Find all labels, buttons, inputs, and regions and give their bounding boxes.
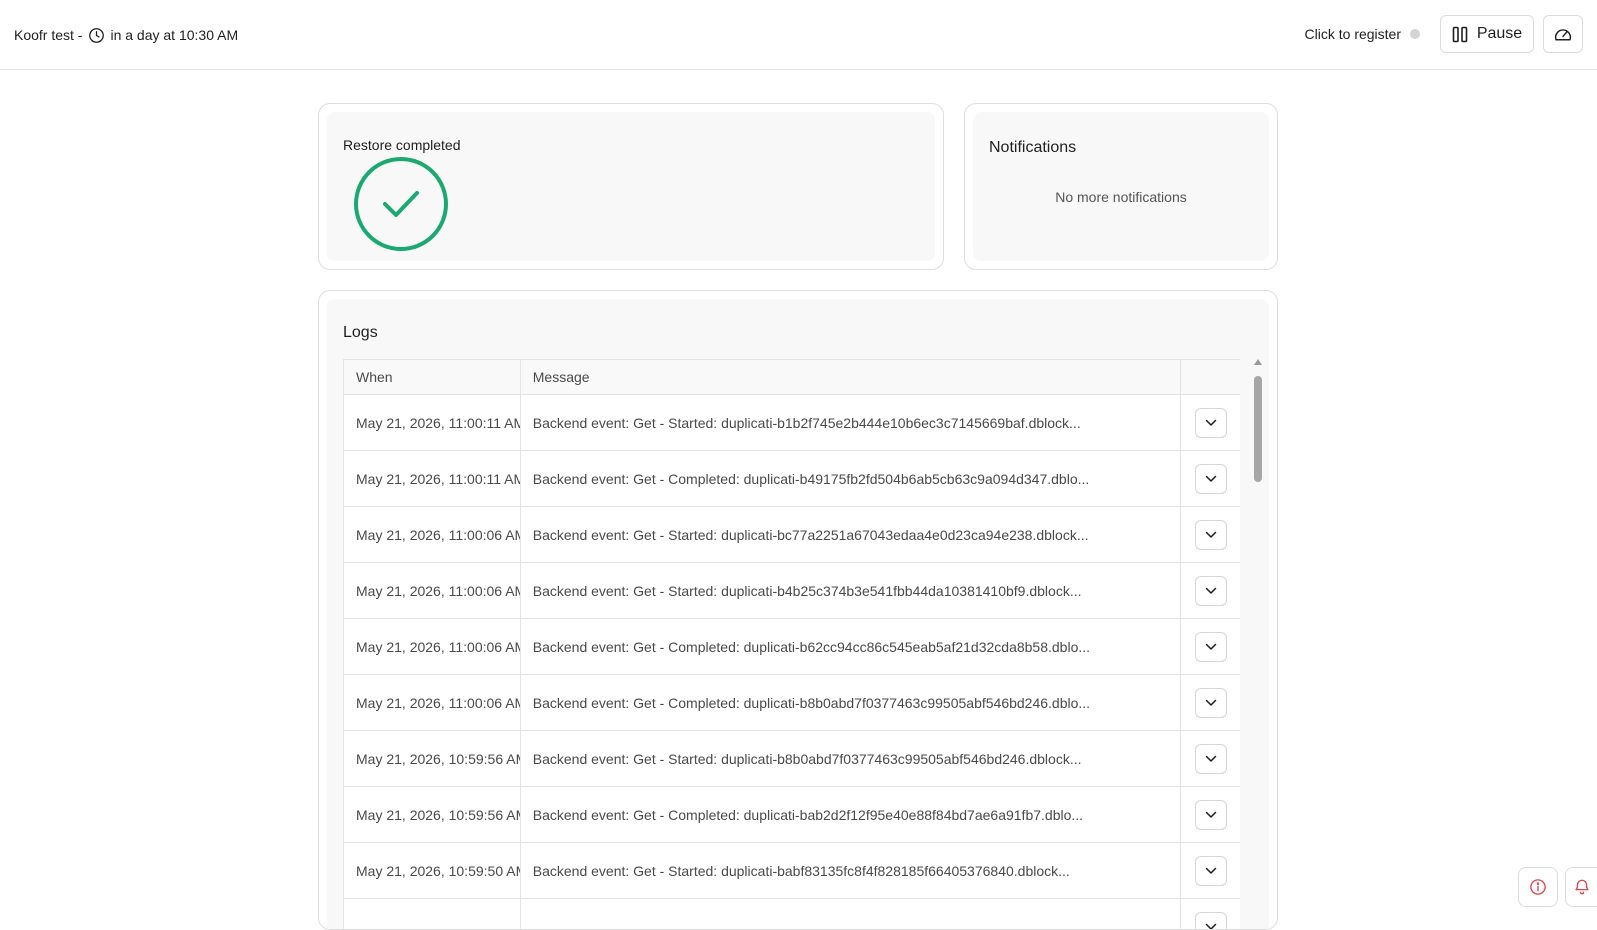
expand-row-button[interactable] — [1194, 631, 1227, 662]
logs-title: Logs — [343, 324, 378, 341]
log-when: May 21, 2026, 11:00:11 AM — [343, 394, 521, 451]
gauge-icon — [1553, 25, 1573, 43]
chevron-down-icon — [1205, 923, 1217, 929]
logs-table-body: May 21, 2026, 11:00:11 AM Backend event: … — [343, 394, 1240, 929]
clock-icon — [88, 27, 105, 44]
log-message: Backend event: Get - Completed: duplicat… — [519, 618, 1182, 675]
log-message — [519, 898, 1182, 929]
chevron-down-icon — [1205, 587, 1217, 595]
table-row: May 21, 2026, 10:59:56 AM Backend event: … — [343, 730, 1240, 787]
chevron-down-icon — [1205, 755, 1217, 763]
log-message: Backend event: Get - Started: duplicati-… — [519, 562, 1182, 619]
chevron-down-icon — [1205, 475, 1217, 483]
log-message: Backend event: Get - Started: duplicati-… — [519, 730, 1182, 787]
log-when: May 21, 2026, 11:00:06 AM — [343, 674, 521, 731]
column-header-when: When — [343, 359, 521, 395]
check-circle-icon — [353, 156, 449, 252]
notifications-card: Notifications No more notifications — [964, 103, 1278, 270]
table-row: May 21, 2026, 11:00:06 AM Backend event: … — [343, 618, 1240, 675]
table-row: May 21, 2026, 10:59:56 AM Backend event: … — [343, 786, 1240, 843]
notifications-card-body: Notifications No more notifications — [973, 112, 1269, 261]
throttle-button[interactable] — [1543, 15, 1583, 53]
expand-row-button[interactable] — [1194, 519, 1227, 550]
log-when: May 21, 2026, 11:00:06 AM — [343, 618, 521, 675]
chevron-down-icon — [1205, 811, 1217, 819]
expand-row-button[interactable] — [1194, 687, 1227, 718]
status-card: Restore completed — [318, 103, 944, 270]
status-card-body: Restore completed — [327, 112, 935, 261]
log-when: May 21, 2026, 10:59:50 AM — [343, 842, 521, 899]
log-when: May 21, 2026, 11:00:11 AM — [343, 450, 521, 507]
job-title: Koofr test - in a day at 10:30 AM — [14, 0, 238, 70]
log-when: May 21, 2026, 10:59:56 AM — [343, 730, 521, 787]
chevron-down-icon — [1205, 699, 1217, 707]
log-message: Backend event: Get - Started: duplicati-… — [519, 842, 1182, 899]
top-bar-actions: Click to register Pause — [1305, 14, 1583, 54]
chevron-down-icon — [1205, 867, 1217, 875]
logs-scrollbar[interactable] — [1254, 359, 1262, 929]
log-message: Backend event: Get - Started: duplicati-… — [519, 506, 1182, 563]
job-name: Koofr test - — [14, 27, 83, 43]
schedule-text: in a day at 10:30 AM — [110, 27, 239, 43]
table-row: May 21, 2026, 11:00:06 AM Backend event: … — [343, 562, 1240, 619]
notifications-bell-button[interactable] — [1565, 867, 1597, 907]
pause-icon — [1452, 26, 1468, 43]
top-bar: Koofr test - in a day at 10:30 AM Click … — [0, 0, 1597, 70]
expand-row-button[interactable] — [1194, 855, 1227, 886]
info-icon — [1529, 878, 1547, 896]
table-row: May 21, 2026, 11:00:11 AM Backend event: … — [343, 394, 1240, 451]
table-row: May 21, 2026, 11:00:06 AM Backend event: … — [343, 674, 1240, 731]
register-label: Click to register — [1304, 26, 1401, 42]
table-row: May 21, 2026, 11:00:06 AM Backend event: … — [343, 506, 1240, 563]
register-link[interactable]: Click to register — [1305, 26, 1420, 42]
log-when: May 21, 2026, 10:59:56 AM — [343, 786, 521, 843]
notifications-empty-text: No more notifications — [1055, 189, 1187, 205]
pause-label: Pause — [1476, 25, 1523, 42]
expand-row-button[interactable] — [1194, 911, 1227, 929]
table-row: May 21, 2026, 11:00:11 AM Backend event: … — [343, 450, 1240, 507]
column-header-message: Message — [519, 359, 1182, 395]
expand-row-button[interactable] — [1194, 799, 1227, 830]
chevron-down-icon — [1205, 531, 1217, 539]
pause-button[interactable]: Pause — [1440, 15, 1534, 53]
notifications-title: Notifications — [989, 139, 1077, 156]
bell-icon — [1573, 878, 1591, 896]
column-header-actions — [1180, 359, 1240, 395]
log-when: May 21, 2026, 11:00:06 AM — [343, 506, 521, 563]
logs-table-wrapper[interactable]: When Message May 21, 2026, 11:00:11 AM Ba… — [343, 359, 1240, 929]
logs-card: Logs When Message May 21, 2026, 11:00:11… — [318, 290, 1278, 930]
status-title: Restore completed — [343, 137, 461, 153]
expand-row-button[interactable] — [1194, 743, 1227, 774]
chevron-down-icon — [1205, 643, 1217, 651]
logs-card-body: Logs When Message May 21, 2026, 11:00:11… — [327, 299, 1269, 929]
scrollbar-thumb[interactable] — [1254, 376, 1262, 482]
expand-row-button[interactable] — [1194, 407, 1227, 438]
expand-row-button[interactable] — [1194, 575, 1227, 606]
logs-table: When Message May 21, 2026, 11:00:11 AM Ba… — [343, 359, 1240, 929]
log-message: Backend event: Get - Completed: duplicat… — [519, 674, 1182, 731]
table-row: May 21, 2026, 10:59:50 AM Backend event: … — [343, 842, 1240, 899]
logs-table-header: When Message — [343, 359, 1240, 395]
log-when — [343, 898, 521, 929]
log-message: Backend event: Get - Completed: duplicat… — [519, 786, 1182, 843]
scroll-up-arrow-icon[interactable] — [1254, 359, 1262, 365]
register-status-dot — [1410, 29, 1420, 39]
expand-row-button[interactable] — [1194, 463, 1227, 494]
chevron-down-icon — [1205, 419, 1217, 427]
log-message: Backend event: Get - Completed: duplicat… — [519, 450, 1182, 507]
table-row — [343, 898, 1240, 929]
log-message: Backend event: Get - Started: duplicati-… — [519, 394, 1182, 451]
log-when: May 21, 2026, 11:00:06 AM — [343, 562, 521, 619]
info-button[interactable] — [1518, 867, 1558, 907]
